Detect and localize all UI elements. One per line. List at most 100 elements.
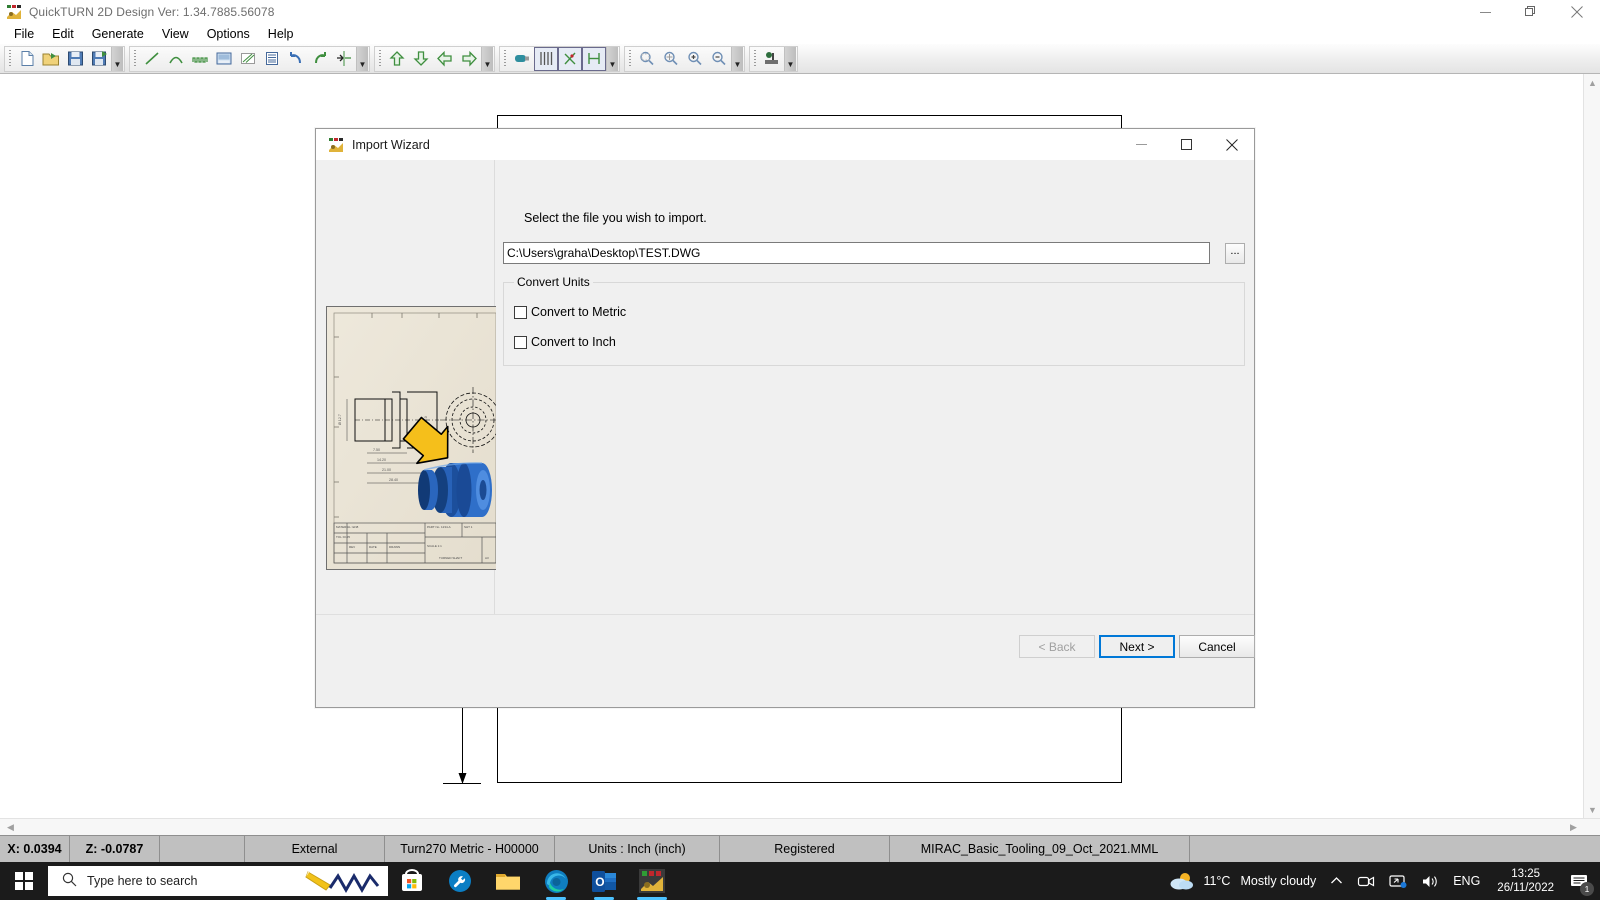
toolbar-overflow-tooling[interactable]: ▼ <box>784 46 796 71</box>
microsoft-edge-icon[interactable] <box>532 862 580 900</box>
scroll-down-arrow[interactable]: ▼ <box>1584 801 1600 818</box>
taskbar-clock[interactable]: 13:25 26/11/2022 <box>1487 867 1564 895</box>
taskbar-search-box[interactable]: Type here to search <box>48 866 388 896</box>
save-icon[interactable] <box>63 47 87 71</box>
toolbar-overflow-view[interactable]: ▼ <box>606 46 618 71</box>
tooling-icon[interactable] <box>760 47 784 71</box>
volume-icon[interactable] <box>1414 862 1446 900</box>
save-as-icon[interactable] <box>87 47 111 71</box>
canvas-horizontal-scrollbar[interactable]: ◀ ▶ <box>0 818 1600 835</box>
maximize-icon[interactable] <box>1164 129 1209 160</box>
file-path-row: ... <box>503 242 1245 264</box>
toolbar-grip[interactable] <box>753 49 758 68</box>
cancel-button[interactable]: Cancel <box>1179 635 1255 658</box>
canvas-vertical-scrollbar[interactable]: ▲ ▼ <box>1583 74 1600 818</box>
scroll-right-arrow[interactable]: ▶ <box>1565 819 1582 836</box>
language-indicator[interactable]: ENG <box>1446 862 1487 900</box>
support-wrench-icon[interactable] <box>436 862 484 900</box>
toolbar-grip[interactable] <box>503 49 508 68</box>
checkbox-box[interactable] <box>514 305 527 319</box>
dialog-footer: < Back Next > Cancel <box>316 614 1255 676</box>
checkbox-convert-to-inch[interactable]: Convert to Inch <box>514 335 616 349</box>
menu-item-file[interactable]: File <box>5 25 43 43</box>
toolbar-grip[interactable] <box>628 49 633 68</box>
redo-icon[interactable] <box>308 47 332 71</box>
checkbox-box[interactable] <box>514 335 527 349</box>
meet-now-icon[interactable] <box>1350 862 1382 900</box>
arrow-right-icon[interactable] <box>457 47 481 71</box>
import-prompt: Select the file you wish to import. <box>524 211 707 225</box>
weather-widget[interactable]: 11°C Mostly cloudy <box>1162 862 1323 900</box>
toolbar-overflow-draw[interactable]: ▼ <box>356 46 368 71</box>
close-icon[interactable] <box>1554 0 1600 24</box>
outlook-icon[interactable]: O <box>580 862 628 900</box>
minimize-icon[interactable] <box>1119 129 1164 160</box>
scroll-left-arrow[interactable]: ◀ <box>2 819 19 836</box>
toolbar-grip[interactable] <box>8 49 13 68</box>
dialog-body: Ø 12.7 7.50 14.20 21.00 28.40 Ø 8.0 <box>316 160 1255 676</box>
svg-text:SCALE 1:1: SCALE 1:1 <box>427 544 442 548</box>
dimension-icon[interactable] <box>582 46 606 71</box>
next-button[interactable]: Next > <box>1099 635 1175 658</box>
back-button[interactable]: < Back <box>1019 635 1095 658</box>
grid-icon[interactable] <box>534 46 558 71</box>
arrow-up-icon[interactable] <box>385 47 409 71</box>
partly-cloudy-icon <box>1169 871 1195 891</box>
network-icon[interactable] <box>1382 862 1414 900</box>
checkbox-convert-to-metric[interactable]: Convert to Metric <box>514 305 626 319</box>
notification-icon[interactable]: 1 <box>1564 862 1600 900</box>
groove-icon[interactable] <box>212 47 236 71</box>
arrow-down-icon[interactable] <box>409 47 433 71</box>
table-icon[interactable] <box>260 47 284 71</box>
toolbar-group-nav: ▼ <box>374 45 495 72</box>
menu-item-edit[interactable]: Edit <box>43 25 83 43</box>
quickturn-taskbar-icon[interactable] <box>628 862 676 900</box>
new-document-icon[interactable] <box>15 47 39 71</box>
clock-time: 13:25 <box>1511 868 1541 880</box>
zoom-in-icon[interactable] <box>683 47 707 71</box>
toolbar-overflow-file[interactable]: ▼ <box>111 46 123 71</box>
toolbar-overflow-nav[interactable]: ▼ <box>481 46 493 71</box>
chuck-icon[interactable] <box>510 47 534 71</box>
dialog-window-controls <box>1119 129 1254 160</box>
line-icon[interactable] <box>140 47 164 71</box>
snap-icon[interactable] <box>558 46 582 71</box>
menu-item-generate[interactable]: Generate <box>83 25 153 43</box>
toolbar-grip[interactable] <box>378 49 383 68</box>
microsoft-store-icon[interactable] <box>388 862 436 900</box>
arc-icon[interactable] <box>164 47 188 71</box>
zoom-out-icon[interactable] <box>707 47 731 71</box>
file-explorer-icon[interactable] <box>484 862 532 900</box>
scroll-up-arrow[interactable]: ▲ <box>1584 74 1600 91</box>
mirror-icon[interactable] <box>332 47 356 71</box>
close-icon[interactable] <box>1209 129 1254 160</box>
undo-icon[interactable] <box>284 47 308 71</box>
browse-button[interactable]: ... <box>1225 243 1245 264</box>
windows-start-icon[interactable] <box>0 862 48 900</box>
minimize-icon[interactable] <box>1462 0 1508 24</box>
hatch-icon[interactable] <box>236 47 260 71</box>
import-wizard-icon <box>328 137 344 153</box>
thread-icon[interactable] <box>188 47 212 71</box>
file-path-input[interactable] <box>503 242 1210 264</box>
toolbar-group-draw: ▼ <box>129 45 370 72</box>
windows-taskbar: Type here to search O 11°C Mostly cloudy… <box>0 862 1600 900</box>
chevron-up-icon[interactable] <box>1323 862 1350 900</box>
clock-date: 26/11/2022 <box>1497 882 1554 894</box>
menu-item-view[interactable]: View <box>153 25 198 43</box>
menu-item-help[interactable]: Help <box>259 25 303 43</box>
menu-item-options[interactable]: Options <box>198 25 259 43</box>
open-folder-icon[interactable] <box>39 47 63 71</box>
svg-text:DATE: DATE <box>369 545 377 549</box>
restore-icon[interactable] <box>1508 0 1554 24</box>
zoom-window-icon[interactable] <box>635 47 659 71</box>
convert-units-legend: Convert Units <box>514 275 593 289</box>
toolbar-overflow-zoom[interactable]: ▼ <box>731 46 743 71</box>
status-cell-tooling: MIRAC_Basic_Tooling_09_Oct_2021.MML <box>890 835 1190 863</box>
window-controls <box>1462 0 1600 24</box>
search-placeholder: Type here to search <box>87 874 198 888</box>
zoom-extents-icon[interactable] <box>659 47 683 71</box>
toolbar-grip[interactable] <box>133 49 138 68</box>
arrow-left-icon[interactable] <box>433 47 457 71</box>
toolbar-group-view: ▼ <box>499 45 620 72</box>
